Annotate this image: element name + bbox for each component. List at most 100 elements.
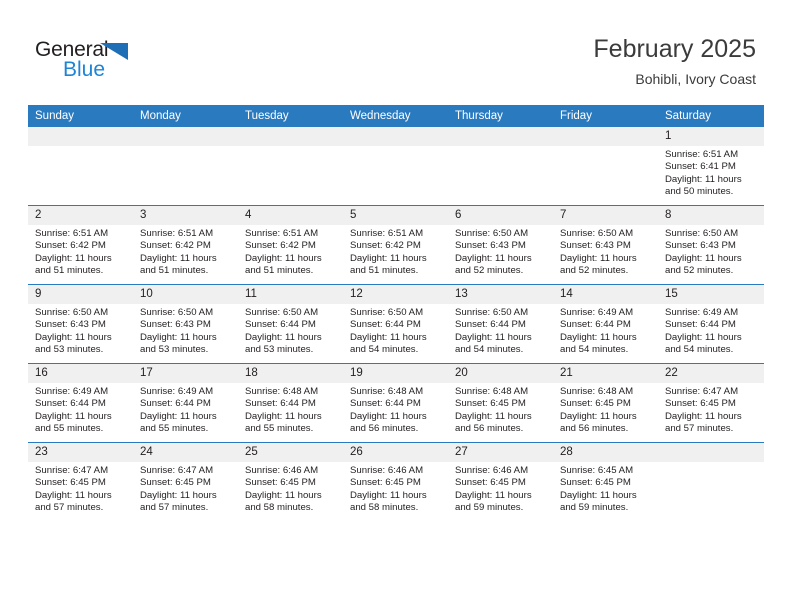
- calendar-day-cell[interactable]: 25 Sunrise: 6:46 AM Sunset: 6:45 PM Dayl…: [238, 442, 343, 521]
- daylight-text: Daylight: 11 hours and 56 minutes.: [455, 410, 532, 434]
- sunrise-text: Sunrise: 6:51 AM: [35, 228, 109, 239]
- daylight-text: Daylight: 11 hours and 59 minutes.: [560, 489, 637, 513]
- calendar-day-cell[interactable]: 3 Sunrise: 6:51 AM Sunset: 6:42 PM Dayli…: [133, 205, 238, 285]
- calendar-day-cell[interactable]: 12 Sunrise: 6:50 AM Sunset: 6:44 PM Dayl…: [343, 284, 448, 364]
- daylight-text: Daylight: 11 hours and 54 minutes.: [560, 331, 637, 355]
- calendar-day-cell[interactable]: [238, 127, 343, 206]
- calendar-day-cell[interactable]: 20 Sunrise: 6:48 AM Sunset: 6:45 PM Dayl…: [448, 363, 553, 443]
- sunrise-text: Sunrise: 6:50 AM: [350, 307, 424, 318]
- calendar-day-cell[interactable]: 18 Sunrise: 6:48 AM Sunset: 6:44 PM Dayl…: [238, 363, 343, 443]
- daylight-text: Daylight: 11 hours and 52 minutes.: [665, 252, 742, 276]
- calendar-day-cell[interactable]: [553, 127, 658, 206]
- calendar-day-cell[interactable]: 13 Sunrise: 6:50 AM Sunset: 6:44 PM Dayl…: [448, 284, 553, 364]
- day-number: [28, 127, 133, 146]
- calendar-day-cell[interactable]: [133, 127, 238, 206]
- calendar-day-cell[interactable]: 27 Sunrise: 6:46 AM Sunset: 6:45 PM Dayl…: [448, 442, 553, 521]
- sunrise-text: Sunrise: 6:48 AM: [245, 386, 319, 397]
- sunrise-text: Sunrise: 6:50 AM: [665, 228, 739, 239]
- calendar-week-row: 9 Sunrise: 6:50 AM Sunset: 6:43 PM Dayli…: [28, 284, 764, 364]
- calendar-day-cell[interactable]: 14 Sunrise: 6:49 AM Sunset: 6:44 PM Dayl…: [553, 284, 658, 364]
- calendar-day-cell[interactable]: 16 Sunrise: 6:49 AM Sunset: 6:44 PM Dayl…: [28, 363, 133, 443]
- calendar-day-cell[interactable]: 23 Sunrise: 6:47 AM Sunset: 6:45 PM Dayl…: [28, 442, 133, 521]
- day-number: [238, 127, 343, 146]
- calendar-day-cell[interactable]: 15 Sunrise: 6:49 AM Sunset: 6:44 PM Dayl…: [658, 284, 764, 364]
- title-block: February 2025 Bohibli, Ivory Coast: [593, 33, 756, 89]
- day-details: Sunrise: 6:45 AM Sunset: 6:45 PM Dayligh…: [553, 462, 658, 514]
- sunrise-text: Sunrise: 6:49 AM: [35, 386, 109, 397]
- page-subtitle: Bohibli, Ivory Coast: [635, 71, 756, 87]
- calendar-day-cell[interactable]: 7 Sunrise: 6:50 AM Sunset: 6:43 PM Dayli…: [553, 205, 658, 285]
- calendar-day-cell[interactable]: 10 Sunrise: 6:50 AM Sunset: 6:43 PM Dayl…: [133, 284, 238, 364]
- day-number: 9: [28, 285, 133, 304]
- daylight-text: Daylight: 11 hours and 54 minutes.: [455, 331, 532, 355]
- daylight-text: Daylight: 11 hours and 53 minutes.: [245, 331, 322, 355]
- calendar-grid: Sunday Monday Tuesday Wednesday Thursday…: [28, 105, 764, 521]
- calendar-day-cell[interactable]: [28, 127, 133, 206]
- day-number: 19: [343, 364, 448, 383]
- day-number: 28: [553, 443, 658, 462]
- sunset-text: Sunset: 6:44 PM: [140, 398, 211, 410]
- calendar-day-cell[interactable]: 2 Sunrise: 6:51 AM Sunset: 6:42 PM Dayli…: [28, 205, 133, 285]
- sunrise-text: Sunrise: 6:46 AM: [245, 465, 319, 476]
- sunset-text: Sunset: 6:43 PM: [455, 240, 526, 252]
- day-details: Sunrise: 6:51 AM Sunset: 6:42 PM Dayligh…: [238, 225, 343, 277]
- sunset-text: Sunset: 6:44 PM: [455, 319, 526, 331]
- sunrise-text: Sunrise: 6:47 AM: [140, 465, 214, 476]
- day-number: 15: [658, 285, 764, 304]
- calendar-week-row: 1 Sunrise: 6:51 AM Sunset: 6:41 PM Dayli…: [28, 127, 764, 206]
- calendar-day-cell[interactable]: 26 Sunrise: 6:46 AM Sunset: 6:45 PM Dayl…: [343, 442, 448, 521]
- calendar-day-cell[interactable]: [343, 127, 448, 206]
- calendar-day-cell[interactable]: 1 Sunrise: 6:51 AM Sunset: 6:41 PM Dayli…: [658, 127, 764, 206]
- sunrise-text: Sunrise: 6:47 AM: [35, 465, 109, 476]
- calendar-day-cell[interactable]: 21 Sunrise: 6:48 AM Sunset: 6:45 PM Dayl…: [553, 363, 658, 443]
- day-number: 14: [553, 285, 658, 304]
- sunset-text: Sunset: 6:43 PM: [665, 240, 736, 252]
- day-number: 8: [658, 206, 764, 225]
- sunrise-text: Sunrise: 6:45 AM: [560, 465, 634, 476]
- calendar-day-cell[interactable]: 8 Sunrise: 6:50 AM Sunset: 6:43 PM Dayli…: [658, 205, 764, 285]
- calendar-day-cell[interactable]: 11 Sunrise: 6:50 AM Sunset: 6:44 PM Dayl…: [238, 284, 343, 364]
- day-details: Sunrise: 6:47 AM Sunset: 6:45 PM Dayligh…: [658, 383, 764, 435]
- sunset-text: Sunset: 6:44 PM: [245, 319, 316, 331]
- calendar-day-cell[interactable]: 5 Sunrise: 6:51 AM Sunset: 6:42 PM Dayli…: [343, 205, 448, 285]
- sunrise-text: Sunrise: 6:50 AM: [245, 307, 319, 318]
- day-details: Sunrise: 6:49 AM Sunset: 6:44 PM Dayligh…: [553, 304, 658, 356]
- calendar-day-cell[interactable]: [448, 127, 553, 206]
- calendar-day-cell[interactable]: 17 Sunrise: 6:49 AM Sunset: 6:44 PM Dayl…: [133, 363, 238, 443]
- daylight-text: Daylight: 11 hours and 50 minutes.: [665, 173, 742, 197]
- calendar-day-cell[interactable]: 22 Sunrise: 6:47 AM Sunset: 6:45 PM Dayl…: [658, 363, 764, 443]
- daylight-text: Daylight: 11 hours and 59 minutes.: [455, 489, 532, 513]
- calendar-day-cell[interactable]: 24 Sunrise: 6:47 AM Sunset: 6:45 PM Dayl…: [133, 442, 238, 521]
- sunrise-text: Sunrise: 6:49 AM: [140, 386, 214, 397]
- sunrise-text: Sunrise: 6:49 AM: [560, 307, 634, 318]
- calendar-week-row: 16 Sunrise: 6:49 AM Sunset: 6:44 PM Dayl…: [28, 363, 764, 443]
- calendar-day-cell[interactable]: 6 Sunrise: 6:50 AM Sunset: 6:43 PM Dayli…: [448, 205, 553, 285]
- day-number: 12: [343, 285, 448, 304]
- sunrise-text: Sunrise: 6:51 AM: [350, 228, 424, 239]
- calendar-day-cell[interactable]: 19 Sunrise: 6:48 AM Sunset: 6:44 PM Dayl…: [343, 363, 448, 443]
- sunset-text: Sunset: 6:44 PM: [350, 319, 421, 331]
- day-details: Sunrise: 6:50 AM Sunset: 6:43 PM Dayligh…: [553, 225, 658, 277]
- day-details: Sunrise: 6:49 AM Sunset: 6:44 PM Dayligh…: [133, 383, 238, 435]
- daylight-text: Daylight: 11 hours and 55 minutes.: [245, 410, 322, 434]
- day-number: 5: [343, 206, 448, 225]
- calendar-day-cell[interactable]: 28 Sunrise: 6:45 AM Sunset: 6:45 PM Dayl…: [553, 442, 658, 521]
- weekday-header-thursday: Thursday: [448, 105, 553, 127]
- daylight-text: Daylight: 11 hours and 51 minutes.: [35, 252, 112, 276]
- sunset-text: Sunset: 6:45 PM: [245, 477, 316, 489]
- day-number: 26: [343, 443, 448, 462]
- sunrise-text: Sunrise: 6:47 AM: [665, 386, 739, 397]
- sunrise-text: Sunrise: 6:46 AM: [455, 465, 529, 476]
- day-number: 13: [448, 285, 553, 304]
- sunset-text: Sunset: 6:42 PM: [350, 240, 421, 252]
- calendar-day-cell[interactable]: 9 Sunrise: 6:50 AM Sunset: 6:43 PM Dayli…: [28, 284, 133, 364]
- day-details: Sunrise: 6:51 AM Sunset: 6:42 PM Dayligh…: [28, 225, 133, 277]
- daylight-text: Daylight: 11 hours and 53 minutes.: [140, 331, 217, 355]
- day-number: 4: [238, 206, 343, 225]
- calendar-day-cell[interactable]: 4 Sunrise: 6:51 AM Sunset: 6:42 PM Dayli…: [238, 205, 343, 285]
- day-details: Sunrise: 6:48 AM Sunset: 6:44 PM Dayligh…: [343, 383, 448, 435]
- calendar-day-cell[interactable]: [658, 442, 764, 521]
- sunset-text: Sunset: 6:43 PM: [560, 240, 631, 252]
- day-number: 11: [238, 285, 343, 304]
- day-number: 1: [658, 127, 764, 146]
